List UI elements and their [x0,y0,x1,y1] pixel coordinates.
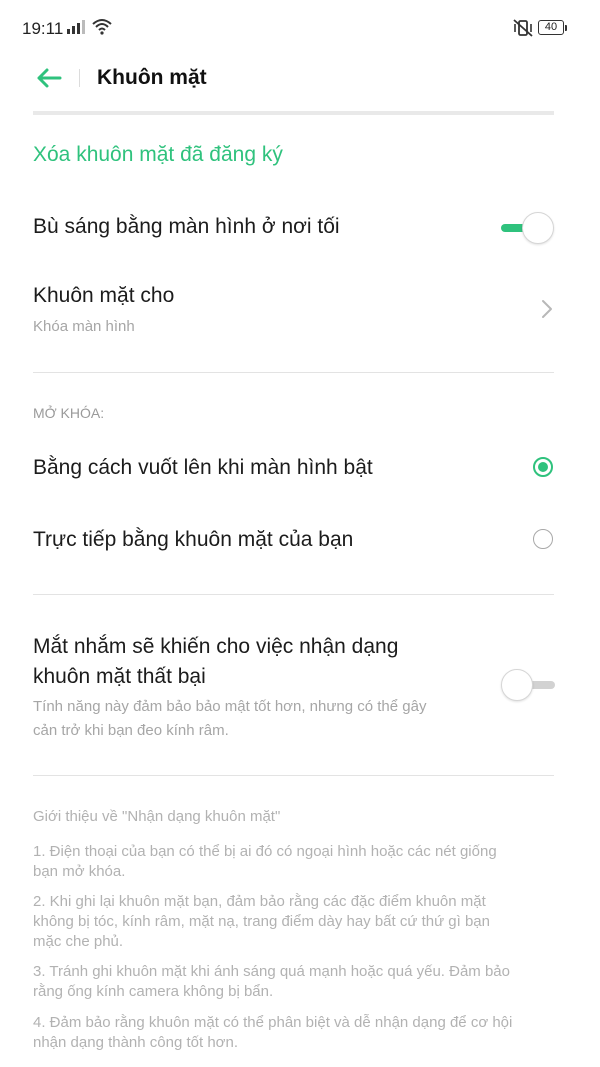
radio-button-unselected[interactable] [533,529,553,549]
info-item-4: 4. Đảm bảo rằng khuôn mặt có thể phân bi… [33,1013,553,1053]
info-item-1: 1. Điện thoại của bạn có thể bị ai đó có… [33,842,553,882]
info-line: rằng ống kính camera không bị bẩn. [33,983,274,1000]
info-line: 4. Đảm bảo rằng khuôn mặt có thể phân bi… [33,1014,513,1031]
info-item-2: 2. Khi ghi lại khuôn mặt bạn, đảm bảo rằ… [33,892,553,952]
battery-cap [565,25,567,31]
info-item-3: 3. Tránh ghi khuôn mặt khi ánh sáng quá … [33,962,553,1002]
header-divider [79,69,80,87]
closed-eyes-title-line2: khuôn mặt thất bại [33,665,206,688]
battery-icon: 40 [538,20,564,35]
delete-face-link[interactable]: Xóa khuôn mặt đã đăng ký [33,143,283,167]
closed-eyes-desc-line2: cản trở khi bạn đeo kính râm. [33,722,229,739]
toggle-knob [522,212,554,244]
divider [33,372,554,373]
vibrate-off-icon [513,19,533,37]
chevron-right-icon [542,300,552,318]
face-for-value: Khóa màn hình [33,318,135,335]
face-for-label: Khuôn mặt cho [33,284,175,307]
radio-button-selected[interactable] [533,457,553,477]
unlock-option-swipe-label: Bằng cách vuốt lên khi màn hình bật [33,456,373,479]
signal-icon [67,20,85,34]
info-line: không bị tóc, kính râm, mặt nạ, trang đi… [33,913,490,930]
divider [33,594,554,595]
info-line: 3. Tránh ghi khuôn mặt khi ánh sáng quá … [33,963,510,980]
status-bar: 19:11 40 [0,0,600,58]
toggle-knob [501,669,533,701]
info-line: nhận dạng thành công tốt hơn. [33,1034,239,1051]
header-separator [33,111,554,115]
arrow-left-icon[interactable] [34,66,64,90]
header: Khuôn mặt [0,58,600,110]
info-line: bạn mở khóa. [33,863,126,880]
wifi-icon [92,19,112,35]
info-title: Giới thiệu về "Nhận dạng khuôn mặt" [33,808,281,825]
status-time: 19:11 [22,19,64,38]
closed-eyes-toggle[interactable] [501,669,555,703]
battery-level: 40 [544,21,558,33]
divider [33,775,554,776]
page-title: Khuôn mặt [97,66,207,89]
info-line: 1. Điện thoại của bạn có thể bị ai đó có… [33,843,497,860]
closed-eyes-desc-line1: Tính năng này đảm bảo bảo mật tốt hơn, n… [33,698,427,715]
unlock-option-direct-label: Trực tiếp bằng khuôn mặt của bạn [33,528,354,551]
fill-light-label: Bù sáng bằng màn hình ở nơi tối [33,215,340,238]
info-line: mặc che phủ. [33,933,124,950]
info-line: 2. Khi ghi lại khuôn mặt bạn, đảm bảo rằ… [33,893,486,910]
fill-light-toggle[interactable] [501,212,555,246]
unlock-section-label: MỞ KHÓA: [33,405,105,421]
closed-eyes-title-line1: Mắt nhắm sẽ khiến cho việc nhận dạng [33,635,399,658]
